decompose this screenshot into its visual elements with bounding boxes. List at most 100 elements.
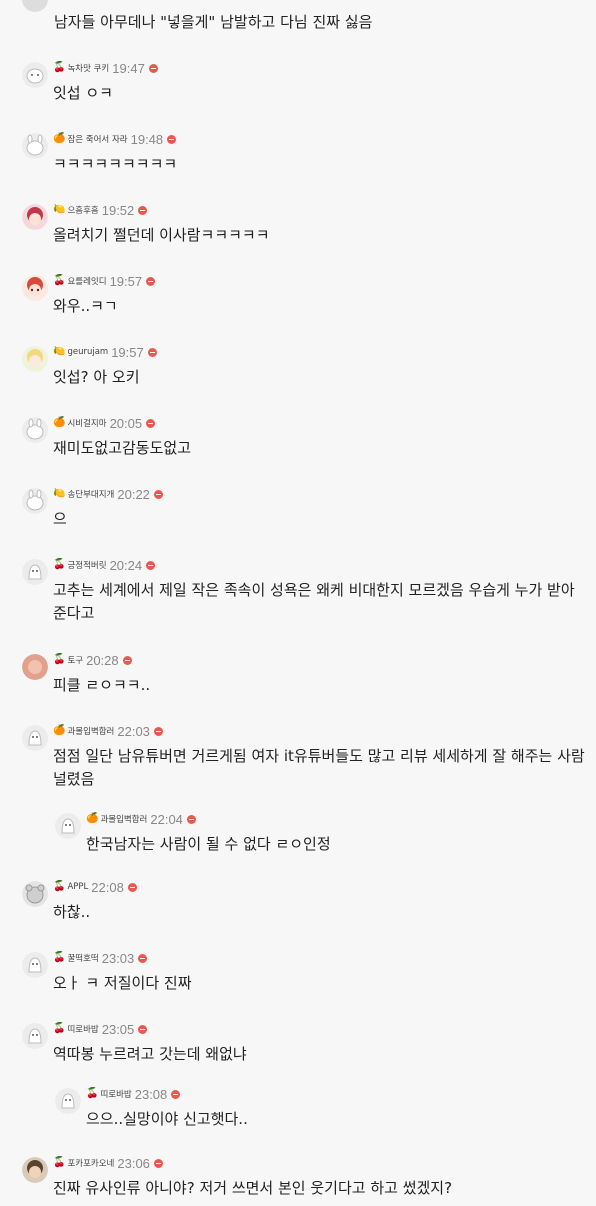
comment-text: 오ㅏ ㅋ 저질이다 진짜 (53, 974, 192, 992)
avatar[interactable] (55, 813, 81, 839)
timestamp: 23:08 (134, 1086, 168, 1102)
nickname[interactable]: 꿀떡호떡 (67, 952, 98, 964)
level-badge-icon: 🍒 (53, 275, 66, 286)
comment-text: 널렸음 (53, 770, 95, 788)
report-icon[interactable] (146, 418, 156, 428)
nickname[interactable]: 띠로바밥 (100, 1088, 131, 1100)
report-icon[interactable] (167, 134, 177, 144)
comment-meta: 🍒 요를레잇디 19:57 (53, 273, 156, 289)
avatar[interactable] (22, 275, 48, 301)
nickname[interactable]: 으흠후흠 (67, 204, 98, 216)
avatar[interactable] (55, 1088, 81, 1114)
report-icon[interactable] (153, 489, 163, 499)
nickname[interactable]: 띠로바밥 (67, 1023, 98, 1035)
comment-meta: 🍒 띠로바밥 23:05 (53, 1021, 148, 1037)
report-icon[interactable] (148, 63, 158, 73)
timestamp: 23:06 (117, 1155, 150, 1171)
comment-meta: 🍊 과몰입벽합러 22:03 (53, 723, 163, 739)
comment-text: 역따봉 누르려고 갓는데 왜없냐 (53, 1045, 247, 1063)
comment-meta: 🍋 geurujam 19:57 (53, 344, 157, 360)
timestamp: 22:08 (91, 879, 124, 895)
avatar[interactable] (22, 346, 48, 372)
report-icon[interactable] (146, 560, 156, 570)
nickname[interactable]: APPL (67, 882, 88, 892)
timestamp: 22:03 (117, 723, 150, 739)
avatar[interactable] (22, 0, 48, 12)
nickname[interactable]: 토구 (67, 654, 83, 666)
report-icon[interactable] (138, 1024, 148, 1034)
nickname[interactable]: 긍정적버릿 (67, 559, 106, 571)
level-badge-icon: 🍒 (53, 654, 66, 665)
comment-text: 올려치기 쩔던데 이사람ㅋㅋㅋㅋㅋ (53, 226, 270, 244)
report-icon[interactable] (138, 953, 148, 963)
level-badge-icon: 🍒 (53, 62, 66, 73)
level-badge-icon: 🍋 (53, 346, 66, 357)
level-badge-icon: 🍊 (53, 417, 66, 428)
comment-text: 점점 일단 남유튜버면 거르게됨 여자 it유튜버들도 많고 리뷰 세세하게 잘… (53, 747, 585, 765)
nickname[interactable]: 송단부대지개 (67, 488, 114, 500)
avatar[interactable] (22, 204, 48, 230)
comment-text: 으으..실망이야 신고햇다.. (86, 1110, 248, 1128)
report-icon[interactable] (127, 882, 137, 892)
avatar[interactable] (22, 417, 48, 443)
timestamp: 19:57 (109, 273, 143, 289)
level-badge-icon: 🍒 (53, 952, 66, 963)
comment-meta: 🍒 포카포카오네 23:06 (53, 1155, 163, 1171)
avatar[interactable] (22, 62, 48, 88)
level-badge-icon: 🍒 (53, 1023, 66, 1034)
report-icon[interactable] (153, 726, 163, 736)
comment-text: 재미도없고감동도없고 (53, 439, 192, 457)
nickname[interactable]: 녹차맛 쿠키 (67, 62, 109, 74)
report-icon[interactable] (138, 205, 148, 215)
comment-meta: 🍒 녹차맛 쿠키 19:47 (53, 60, 158, 76)
comment-meta: 🍊 과몰입벽합러 22:04 (86, 811, 196, 827)
avatar[interactable] (22, 1023, 48, 1049)
comment-meta: 🍒 긍정적버릿 20:24 (53, 557, 156, 573)
avatar[interactable] (22, 654, 48, 680)
comment-meta: 🍒 띠로바밥 23:08 (86, 1086, 181, 1102)
comment-text: 으 (53, 510, 67, 528)
timestamp: 20:22 (117, 486, 150, 502)
comment-text: ㅋㅋㅋㅋㅋㅋㅋㅋㅋ (53, 155, 178, 173)
nickname[interactable]: 시비걸지마 (67, 417, 106, 429)
nickname[interactable]: geurujam (67, 347, 108, 357)
report-icon[interactable] (147, 347, 157, 357)
comment-text: 잇섭 ㅇㅋ (53, 84, 113, 102)
avatar[interactable] (22, 725, 48, 751)
comment-meta: 🍊 시비걸지마 20:05 (53, 415, 156, 431)
comment-text: 고추는 세계에서 제일 작은 족속이 성욕은 왜케 비대한지 모르겠음 우습게 … (53, 581, 575, 599)
report-icon[interactable] (146, 276, 156, 286)
comment-text: 피클 ㄹㅇㅋㅋ.. (53, 676, 151, 694)
comment-text: 준다고 (53, 604, 95, 622)
timestamp: 20:24 (109, 557, 143, 573)
avatar[interactable] (22, 1157, 48, 1183)
level-badge-icon: 🍒 (86, 1088, 99, 1099)
level-badge-icon: 🍊 (86, 813, 99, 824)
report-icon[interactable] (186, 814, 196, 824)
comment-text: 와우..ㅋㄱ (53, 297, 118, 315)
comment-meta: 🍊 잠은 죽어서 자라 19:48 (53, 131, 177, 147)
comment-meta: 🍋 으흠후흠 19:52 (53, 202, 148, 218)
nickname[interactable]: 잠은 죽어서 자라 (67, 133, 127, 145)
level-badge-icon: 🍋 (53, 488, 66, 499)
timestamp: 22:04 (150, 811, 183, 827)
report-icon[interactable] (153, 1158, 163, 1168)
avatar[interactable] (22, 133, 48, 159)
comment-meta: 🍒 꿀떡호떡 23:03 (53, 950, 148, 966)
timestamp: 19:48 (130, 131, 164, 147)
report-icon[interactable] (122, 655, 132, 665)
report-icon[interactable] (171, 1089, 181, 1099)
avatar[interactable] (22, 488, 48, 514)
timestamp: 20:28 (86, 652, 119, 668)
avatar[interactable] (22, 559, 48, 585)
comment-text: 진짜 유사인류 아니야? 저거 쓰면서 본인 웃기다고 하고 썼겠지? (53, 1179, 453, 1197)
nickname[interactable]: 포카포카오네 (67, 1157, 114, 1169)
level-badge-icon: 🍊 (53, 133, 66, 144)
avatar[interactable] (22, 881, 48, 907)
nickname[interactable]: 과몰입벽합러 (67, 725, 114, 737)
comment-meta: 🍒 토구 20:28 (53, 652, 132, 668)
nickname[interactable]: 요를레잇디 (67, 275, 106, 287)
comment-text: 남자들 아무데나 "넣을게" 남발하고 다님 진짜 싫음 (54, 13, 373, 31)
nickname[interactable]: 과몰입벽합러 (100, 813, 147, 825)
avatar[interactable] (22, 952, 48, 978)
